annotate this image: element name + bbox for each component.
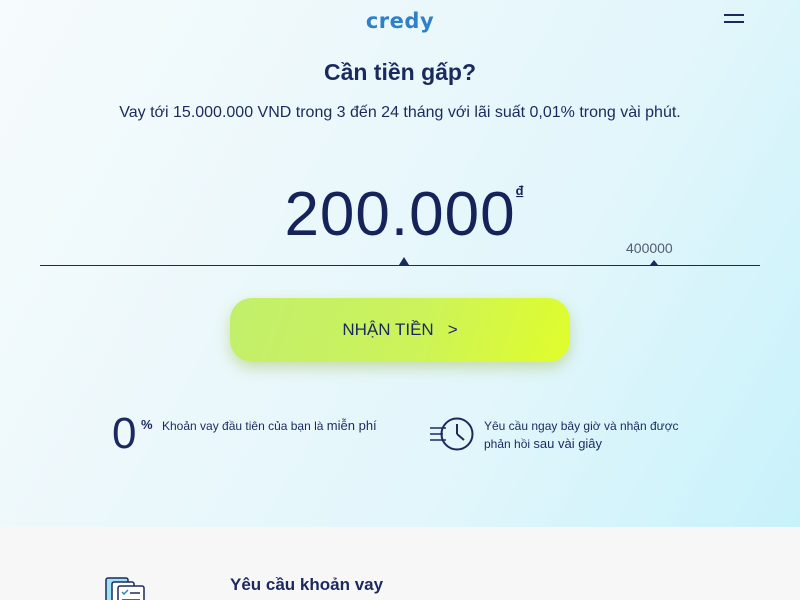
- page-title: Cần tiền gấp?: [323, 59, 477, 85]
- feature-free-loan-highlight: miễn phí: [326, 418, 377, 433]
- feature-free-loan: Khoản vay đầu tiên của bạn là miễn phí: [162, 417, 377, 435]
- slider-max-label: 400000: [626, 240, 673, 256]
- document-checklist-icon: [105, 577, 145, 600]
- currency-symbol: ₫: [515, 183, 525, 203]
- feature-percent-sign: %: [141, 417, 153, 432]
- chevron-right-icon: >: [447, 320, 458, 339]
- hamburger-icon-bar: [724, 14, 744, 16]
- hamburger-icon-bar: [724, 21, 744, 23]
- get-money-button-label: NHẬN TIỀN: [342, 320, 434, 339]
- menu-button[interactable]: [724, 12, 746, 26]
- feature-free-loan-text: Khoản vay đầu tiên của bạn là: [162, 419, 327, 433]
- feature-zero-number: 0: [112, 409, 137, 458]
- loan-amount: 200.000: [284, 180, 516, 249]
- feature-fast-response: Yêu cầu ngay bây giờ và nhận được phản h…: [484, 417, 689, 453]
- amount-slider-thumb[interactable]: [399, 257, 409, 265]
- get-money-button[interactable]: NHẬN TIỀN >: [230, 298, 570, 362]
- fast-clock-icon: [430, 417, 474, 451]
- logo[interactable]: credy: [0, 9, 800, 33]
- page-subtitle: Vay tới 15.000.000 VND trong 3 đến 24 th…: [119, 104, 681, 121]
- section-title: Yêu cầu khoản vay: [230, 575, 384, 594]
- feature-fast-response-highlight: sau vài giây: [533, 436, 603, 451]
- slider-max-marker: [650, 260, 658, 265]
- amount-slider-track[interactable]: [40, 265, 760, 266]
